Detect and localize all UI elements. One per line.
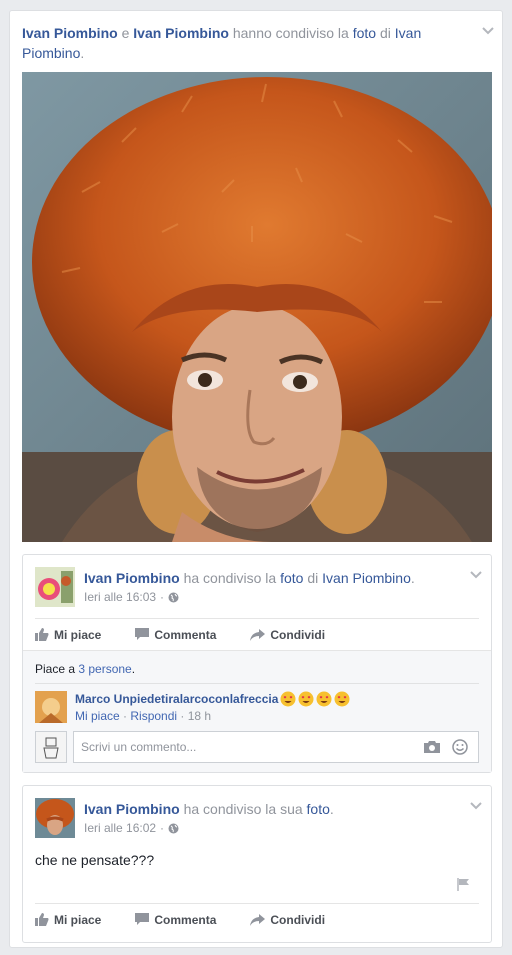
- photo-link[interactable]: foto: [353, 25, 376, 41]
- comment-icon: [135, 628, 150, 640]
- comment-button[interactable]: Commenta: [135, 628, 216, 642]
- like-icon: [35, 628, 49, 641]
- timestamp[interactable]: Ieri alle 16:02: [84, 821, 156, 835]
- smiley-icon[interactable]: [452, 739, 468, 758]
- like-button[interactable]: Mi piace: [35, 628, 101, 642]
- flag-icon[interactable]: [457, 878, 470, 894]
- chevron-down-icon[interactable]: [482, 25, 494, 37]
- avatar[interactable]: [35, 567, 75, 607]
- post-headline: Ivan Piombino ha condiviso la foto di Iv…: [84, 570, 415, 586]
- comment-like-link[interactable]: Mi piace: [75, 709, 120, 723]
- post-card-1: Ivan Piombino ha condiviso la foto di Iv…: [22, 554, 492, 773]
- shared-story-card: Ivan Piombino e Ivan Piombino hanno cond…: [9, 10, 503, 948]
- action-bar: Mi piace Commenta Condividi: [35, 618, 479, 650]
- post-headline: Ivan Piombino ha condiviso la sua foto.: [84, 801, 334, 817]
- heart-eyes-emoji: [280, 691, 296, 707]
- comment-reply-link[interactable]: Rispondi: [130, 709, 177, 723]
- comment-composer: [35, 731, 479, 763]
- author-link-2[interactable]: Ivan Piombino: [133, 25, 229, 41]
- photo-link[interactable]: foto: [280, 570, 303, 586]
- likes-summary: Piace a 3 persone.: [35, 662, 136, 676]
- globe-icon: [168, 823, 179, 834]
- action-bar: Mi piace Commenta Condividi: [35, 903, 479, 935]
- owner-link[interactable]: Ivan Piombino: [322, 570, 411, 586]
- post-meta: Ieri alle 16:03 ·: [84, 590, 179, 604]
- comment-input[interactable]: [81, 740, 421, 754]
- heart-eyes-emoji: [316, 691, 332, 707]
- story-headline: Ivan Piombino e Ivan Piombino hanno cond…: [22, 25, 422, 61]
- chevron-down-icon[interactable]: [470, 569, 482, 581]
- like-button[interactable]: Mi piace: [35, 913, 101, 927]
- comment-icon: [135, 913, 150, 925]
- share-button[interactable]: Condividi: [250, 913, 325, 927]
- comment: Marco Unpiedetiralarcoconlafreccia Mi pi…: [35, 691, 350, 723]
- avatar: [35, 731, 67, 763]
- share-icon: [250, 913, 266, 926]
- shared-photo[interactable]: [22, 72, 492, 542]
- comment-button[interactable]: Commenta: [135, 913, 216, 927]
- post-meta: Ieri alle 16:02 ·: [84, 821, 179, 835]
- author-link-1[interactable]: Ivan Piombino: [22, 25, 118, 41]
- divider: [35, 683, 479, 684]
- author-link[interactable]: Ivan Piombino: [84, 570, 180, 586]
- share-button[interactable]: Condividi: [250, 628, 325, 642]
- share-icon: [250, 628, 266, 641]
- comment-age[interactable]: 18 h: [188, 709, 211, 723]
- heart-eyes-emoji: [298, 691, 314, 707]
- comment-author[interactable]: Marco Unpiedetiralarcoconlafreccia: [75, 691, 278, 707]
- feedback-area: Piace a 3 persone. Marco Unpiedetiralarc…: [23, 650, 491, 772]
- likers-link[interactable]: 3 persone: [78, 662, 131, 676]
- heart-eyes-emoji: [334, 691, 350, 707]
- author-link[interactable]: Ivan Piombino: [84, 801, 180, 817]
- camera-icon[interactable]: [424, 740, 440, 756]
- avatar[interactable]: [35, 798, 75, 838]
- like-icon: [35, 913, 49, 926]
- post-text: che ne pensate???: [35, 852, 155, 868]
- post-card-2: Ivan Piombino ha condiviso la sua foto. …: [22, 785, 492, 943]
- globe-icon: [168, 592, 179, 603]
- timestamp[interactable]: Ieri alle 16:03: [84, 590, 156, 604]
- chevron-down-icon[interactable]: [470, 800, 482, 812]
- avatar[interactable]: [35, 691, 67, 723]
- photo-link[interactable]: foto: [307, 801, 330, 817]
- comment-box: [73, 731, 479, 763]
